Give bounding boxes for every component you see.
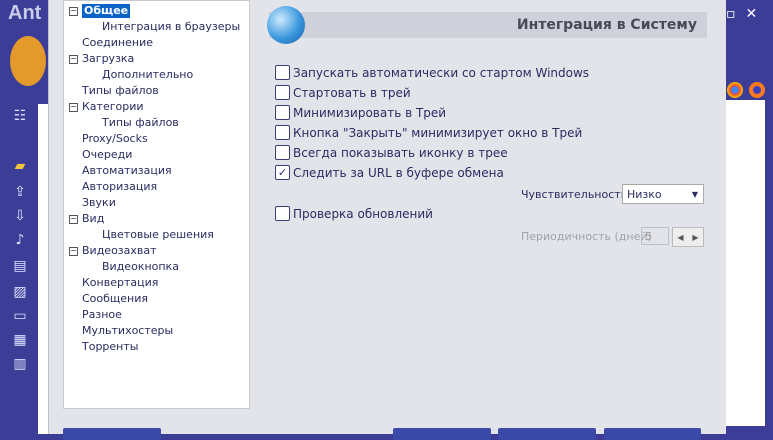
option-checkbox[interactable]: Стартовать в трей [275, 85, 411, 100]
tree-item[interactable]: Типы файлов [102, 116, 179, 130]
collapse-icon[interactable]: − [69, 7, 78, 16]
apply-button[interactable] [604, 428, 701, 440]
upload-icon[interactable]: ⇪ [12, 184, 28, 200]
option-label: Всегда показывать иконку в трее [293, 145, 508, 160]
option-checkbox[interactable]: Минимизировать в Трей [275, 105, 446, 120]
content-panel [726, 100, 765, 426]
option-checkbox[interactable]: Всегда показывать иконку в трее [275, 145, 508, 160]
option-label: Минимизировать в Трей [293, 105, 447, 120]
chevron-down-icon: ▼ [691, 190, 698, 199]
cancel-button[interactable] [498, 428, 596, 440]
sensitivity-value: Низко [627, 188, 662, 201]
app-title: Ant I [8, 2, 53, 24]
archive-icon[interactable]: ▥ [12, 356, 28, 372]
audio-icon[interactable]: ♪ [12, 232, 28, 248]
globe-icon [267, 6, 305, 44]
arrow-right-icon[interactable]: ▶ [692, 233, 698, 242]
period-spinner[interactable]: ◀ ▶ [672, 227, 704, 247]
video-icon[interactable]: ▤ [12, 258, 28, 274]
tree-item[interactable]: Загрузка [82, 52, 134, 66]
tree-item[interactable]: Сообщения [82, 292, 148, 306]
option-label: Стартовать в трей [293, 85, 411, 100]
tree-item[interactable]: Конвертация [82, 276, 158, 290]
tree-item[interactable]: Видеозахват [82, 244, 157, 258]
option-label: Запускать автоматически со стартом Windo… [293, 65, 590, 80]
list-area [38, 104, 48, 434]
firefox-icon[interactable] [749, 82, 765, 98]
window-controls[interactable]: ▫✕ [726, 6, 767, 22]
ok-button[interactable] [393, 428, 491, 440]
settings-tree[interactable]: − Общее Интеграция в браузеры Соединение − За… [63, 0, 250, 409]
tree-item[interactable]: Вид [82, 212, 104, 226]
option-checkbox[interactable]: Запускать автоматически со стартом Windo… [275, 65, 589, 80]
tree-item[interactable]: Типы файлов [82, 84, 159, 98]
option-checkbox[interactable]: Кнопка "Закрыть" минимизирует окно в Тре… [275, 125, 582, 140]
document-icon[interactable]: ▦ [12, 332, 28, 348]
arrow-left-icon[interactable]: ◀ [677, 233, 683, 242]
check-updates-checkbox[interactable]: Проверка обновлений [275, 206, 433, 221]
tree-item[interactable]: Категории [82, 100, 144, 114]
settings-dialog: − Общее Интеграция в браузеры Соединение − За… [48, 0, 726, 440]
tree-item[interactable]: Дополнительно [102, 68, 193, 82]
checkbox-box[interactable] [275, 85, 290, 100]
checkbox-box[interactable] [275, 105, 290, 120]
period-label: Периодичность (дней) [521, 230, 652, 243]
section-title: Интеграция в Систему [516, 17, 697, 33]
tree-item[interactable]: Общее [82, 4, 131, 18]
tree-item[interactable]: Торренты [82, 340, 138, 354]
tree-item[interactable]: Автоматизация [82, 164, 172, 178]
option-checkbox[interactable]: ✓ Следить за URL в буфере обмена [275, 165, 504, 180]
folder-icon[interactable]: ▰ [12, 158, 28, 174]
checkbox-box[interactable] [275, 206, 290, 221]
tree-item[interactable]: Мультихостеры [82, 324, 173, 338]
window-icon[interactable]: ▭ [12, 308, 28, 324]
tree-item[interactable]: Разное [82, 308, 122, 322]
tree-item[interactable]: Видеокнопка [102, 260, 179, 274]
section-header: Интеграция в Систему [269, 12, 707, 38]
tree-item[interactable]: Очереди [82, 148, 132, 162]
checkbox-box[interactable] [275, 125, 290, 140]
period-input[interactable]: 5 [641, 227, 669, 245]
sensitivity-select[interactable]: Низко ▼ [622, 184, 704, 204]
help-button[interactable] [63, 428, 161, 440]
checkbox-box[interactable] [275, 145, 290, 160]
collapse-icon[interactable]: − [69, 55, 78, 64]
tree-item[interactable]: Авторизация [82, 180, 157, 194]
chrome-icon[interactable] [727, 82, 743, 98]
check-updates-label: Проверка обновлений [293, 206, 433, 221]
app-logo-icon [10, 36, 46, 86]
tree-view-icon[interactable]: ☷ [12, 108, 28, 124]
collapse-icon[interactable]: − [69, 215, 78, 224]
image-icon[interactable]: ▨ [12, 284, 28, 300]
download-icon[interactable]: ⇩ [12, 208, 28, 224]
option-label: Кнопка "Закрыть" минимизирует окно в Тре… [293, 125, 583, 140]
tree-item[interactable]: Звуки [82, 196, 116, 210]
checkbox-box[interactable]: ✓ [275, 165, 290, 180]
tree-item[interactable]: Proxy/Socks [82, 132, 148, 146]
tree-item[interactable]: Интеграция в браузеры [102, 20, 240, 34]
tree-item[interactable]: Соединение [82, 36, 153, 50]
checkbox-box[interactable] [275, 65, 290, 80]
option-label: Следить за URL в буфере обмена [293, 165, 504, 180]
sensitivity-label: Чувствительность [521, 188, 628, 201]
collapse-icon[interactable]: − [69, 103, 78, 112]
collapse-icon[interactable]: − [69, 247, 78, 256]
tree-item[interactable]: Цветовые решения [102, 228, 214, 242]
